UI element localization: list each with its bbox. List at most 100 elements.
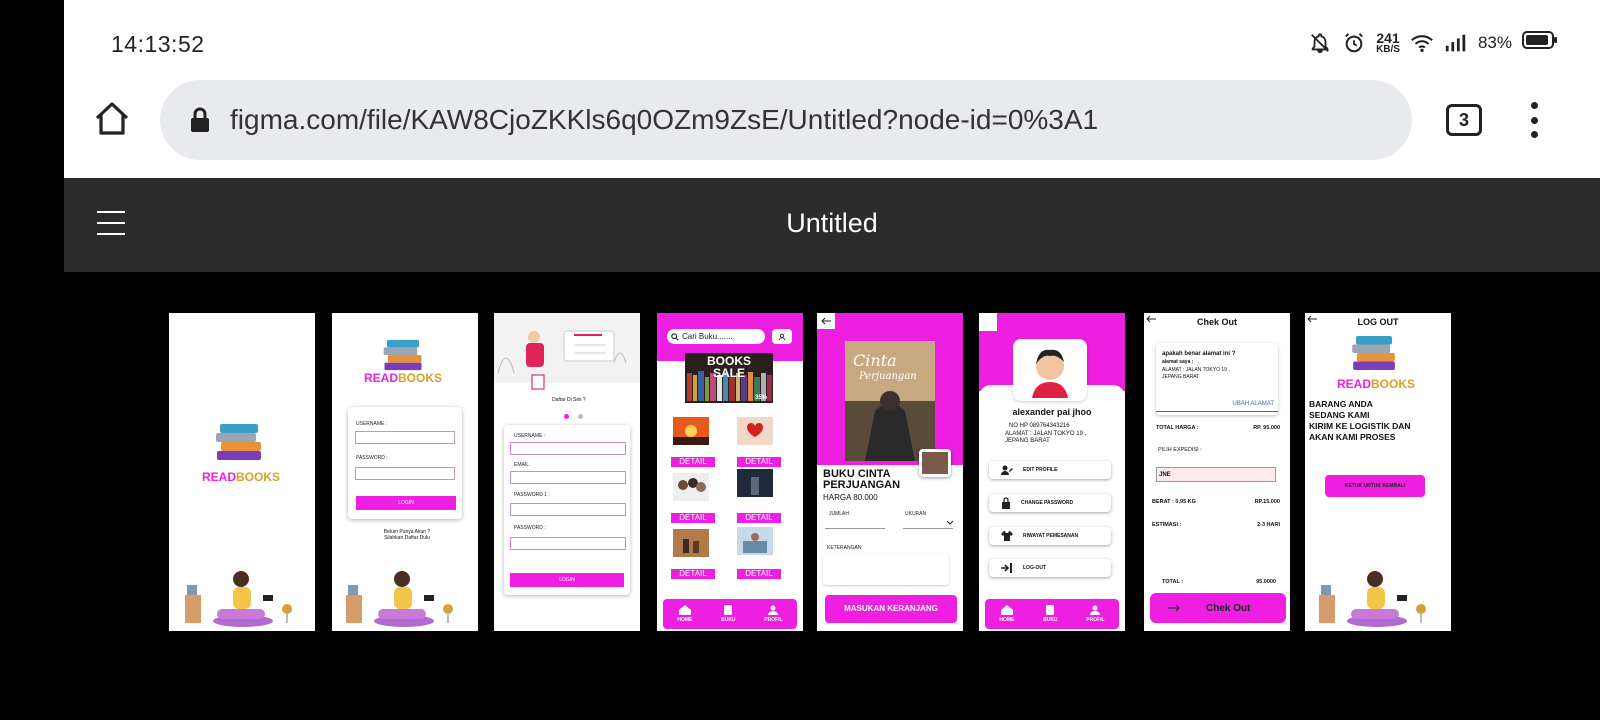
detail-button-4[interactable]: DETAIL [737,513,781,523]
more-vert-icon[interactable] [1524,100,1544,140]
shirt-icon [1001,531,1013,541]
frame-profile[interactable]: alexander pai jhoo NO HP 089764343216 AL… [979,313,1125,631]
email-input[interactable] [510,471,626,484]
home-button[interactable] [92,98,132,138]
keterangan-input[interactable] [823,553,949,585]
detail-button-2[interactable]: DETAIL [737,457,781,467]
detail-button-3[interactable]: DETAIL [671,513,715,523]
back-arrow-icon [821,317,831,325]
total-value: 95.0000 [1256,579,1276,585]
password-input[interactable] [510,537,626,550]
nav-buku[interactable]: BUKU [721,605,736,623]
menu-edit-profile[interactable]: EDIT PROFILE [989,461,1111,479]
avatar-illustration [1032,349,1068,398]
menu-change-password[interactable]: CHANGE PASSWORD [989,494,1111,512]
weight-cost: RP.15.000 [1254,499,1280,505]
books-stack-logo [216,424,261,460]
frame-book-detail[interactable]: Cinta Perjuangan BUKU CINTA PERJUANGAN H… [817,313,963,631]
reading-girl-illustration [1319,571,1426,627]
lock-icon [191,107,209,132]
book-title: BUKU CINTA PERJUANGAN [823,468,901,491]
book-thumb-5[interactable] [673,529,709,557]
password1-input[interactable] [510,503,626,516]
nav-profil[interactable]: PROFIL [764,605,783,623]
book-thumb-1[interactable] [673,417,709,445]
wifi-icon [1410,31,1434,55]
user-icon [1090,605,1101,615]
book-cover: Cinta Perjuangan [845,341,935,461]
frame-register[interactable]: Daftar Di Sini ? USERNAME : EMAIL PASSWO… [494,313,640,631]
change-address-link[interactable]: UBAH ALAMAT [1232,401,1274,407]
reading-girl-illustration [346,571,453,627]
padlock-icon [1002,497,1010,509]
frame-checkout[interactable]: Chek Out apakah benar alamat ini ? alama… [1144,313,1290,631]
ukuran-select[interactable] [903,520,953,529]
sale-banner[interactable]: BOOKS SALE 35% [685,353,773,403]
user-button[interactable] [772,329,792,344]
login-button[interactable]: LOGIN [510,573,624,587]
search-input[interactable]: Cari Buku....... [667,329,765,344]
cover-title-1: Cinta [853,351,897,370]
username-label: USERNAME : [356,421,388,427]
menu-logout[interactable]: LOG-OUT [989,559,1111,577]
register-hint[interactable]: Belum Punya Akun ? Silahkan Daftar Dulu [362,529,452,541]
brand-name: READBOOKS [202,470,281,484]
battery-icon [1522,30,1558,55]
login-button[interactable]: LOGIN [356,496,456,510]
back-to-start-button[interactable]: KETUK UNTUK KEMBALI [1325,475,1425,497]
username-input[interactable] [355,431,455,444]
nav-home[interactable]: HOME [677,605,692,623]
nav-home[interactable]: HOME [999,605,1014,623]
detail-button-6[interactable]: DETAIL [737,569,781,579]
home-icon [1000,605,1013,615]
frame-logout[interactable]: LOG OUT READBOOKS BARANG ANDA SEDANG KAM… [1305,313,1451,631]
password-input[interactable] [355,467,455,480]
pager-dot-active[interactable] [564,414,569,419]
net-speed-unit: KB/S [1376,43,1400,55]
book-thumb-4[interactable] [737,469,773,497]
banner-title: BOOKS SALE [706,354,751,380]
profile-name: alexander pai jhoo [1012,407,1092,417]
back-button[interactable] [817,313,835,329]
add-to-cart-button[interactable]: MASUKAN KERANJANG [825,595,957,623]
jumlah-input[interactable] [825,528,885,529]
bottom-nav: HOME BUKU PROFIL [985,599,1119,629]
book-thumb-3[interactable] [673,473,709,501]
detail-button-5[interactable]: DETAIL [671,569,715,579]
expedition-select[interactable]: JNE [1156,467,1276,482]
nav-buku[interactable]: BUKU [1043,605,1058,623]
nav-profil[interactable]: PROFIL [1086,605,1105,623]
frame-splash[interactable]: READBOOKS [169,313,315,631]
figma-canvas[interactable]: READBOOKS READBOOKS USERNAME : PASSWORD … [64,272,1600,720]
home-icon [95,102,129,135]
checkout-title: Chek Out [1196,317,1237,327]
book-thumb-2[interactable] [737,417,773,445]
banner-badge: 35% [754,395,767,401]
brand-name: READBOOKS [364,371,443,385]
username-input[interactable] [510,442,626,455]
logout-icon [1001,563,1012,573]
email-label: EMAIL [514,462,530,468]
frame-login[interactable]: READBOOKS USERNAME : PASSWORD : LOGIN Be… [332,313,478,631]
status-icons: 241 KB/S 83% [1308,30,1558,55]
estimate-value: 2-3 HARI [1257,522,1280,528]
search-icon [671,332,679,341]
net-speed: 241 KB/S [1376,31,1400,55]
pager-dot[interactable] [578,414,583,419]
detail-button-1[interactable]: DETAIL [671,457,715,467]
books-stack-logo [383,339,422,371]
book-thumb-6[interactable] [737,527,773,555]
browser-chrome: 14:13:52 241 KB/S 83% figma.com/file/KAW… [64,0,1600,178]
address-bar[interactable]: figma.com/file/KAW8CjoZKKls6q0OZm9ZsE/Un… [160,80,1412,160]
signal-icon [1444,31,1468,55]
home-icon [678,605,691,615]
register-illustration [494,313,640,390]
checkout-button[interactable]: Chek Out [1150,593,1286,623]
document-title: Untitled [786,208,878,238]
cover-thumbnail[interactable] [919,449,951,477]
avatar[interactable] [1013,339,1087,401]
edit-profile-icon [1001,465,1013,475]
menu-order-history[interactable]: RIWAYAT PEMESANAN [989,527,1111,545]
frame-home[interactable]: Cari Buku....... BOOKS SALE 35% DETAIL D… [657,313,803,631]
tab-switcher-icon[interactable]: 3 [1446,104,1482,136]
